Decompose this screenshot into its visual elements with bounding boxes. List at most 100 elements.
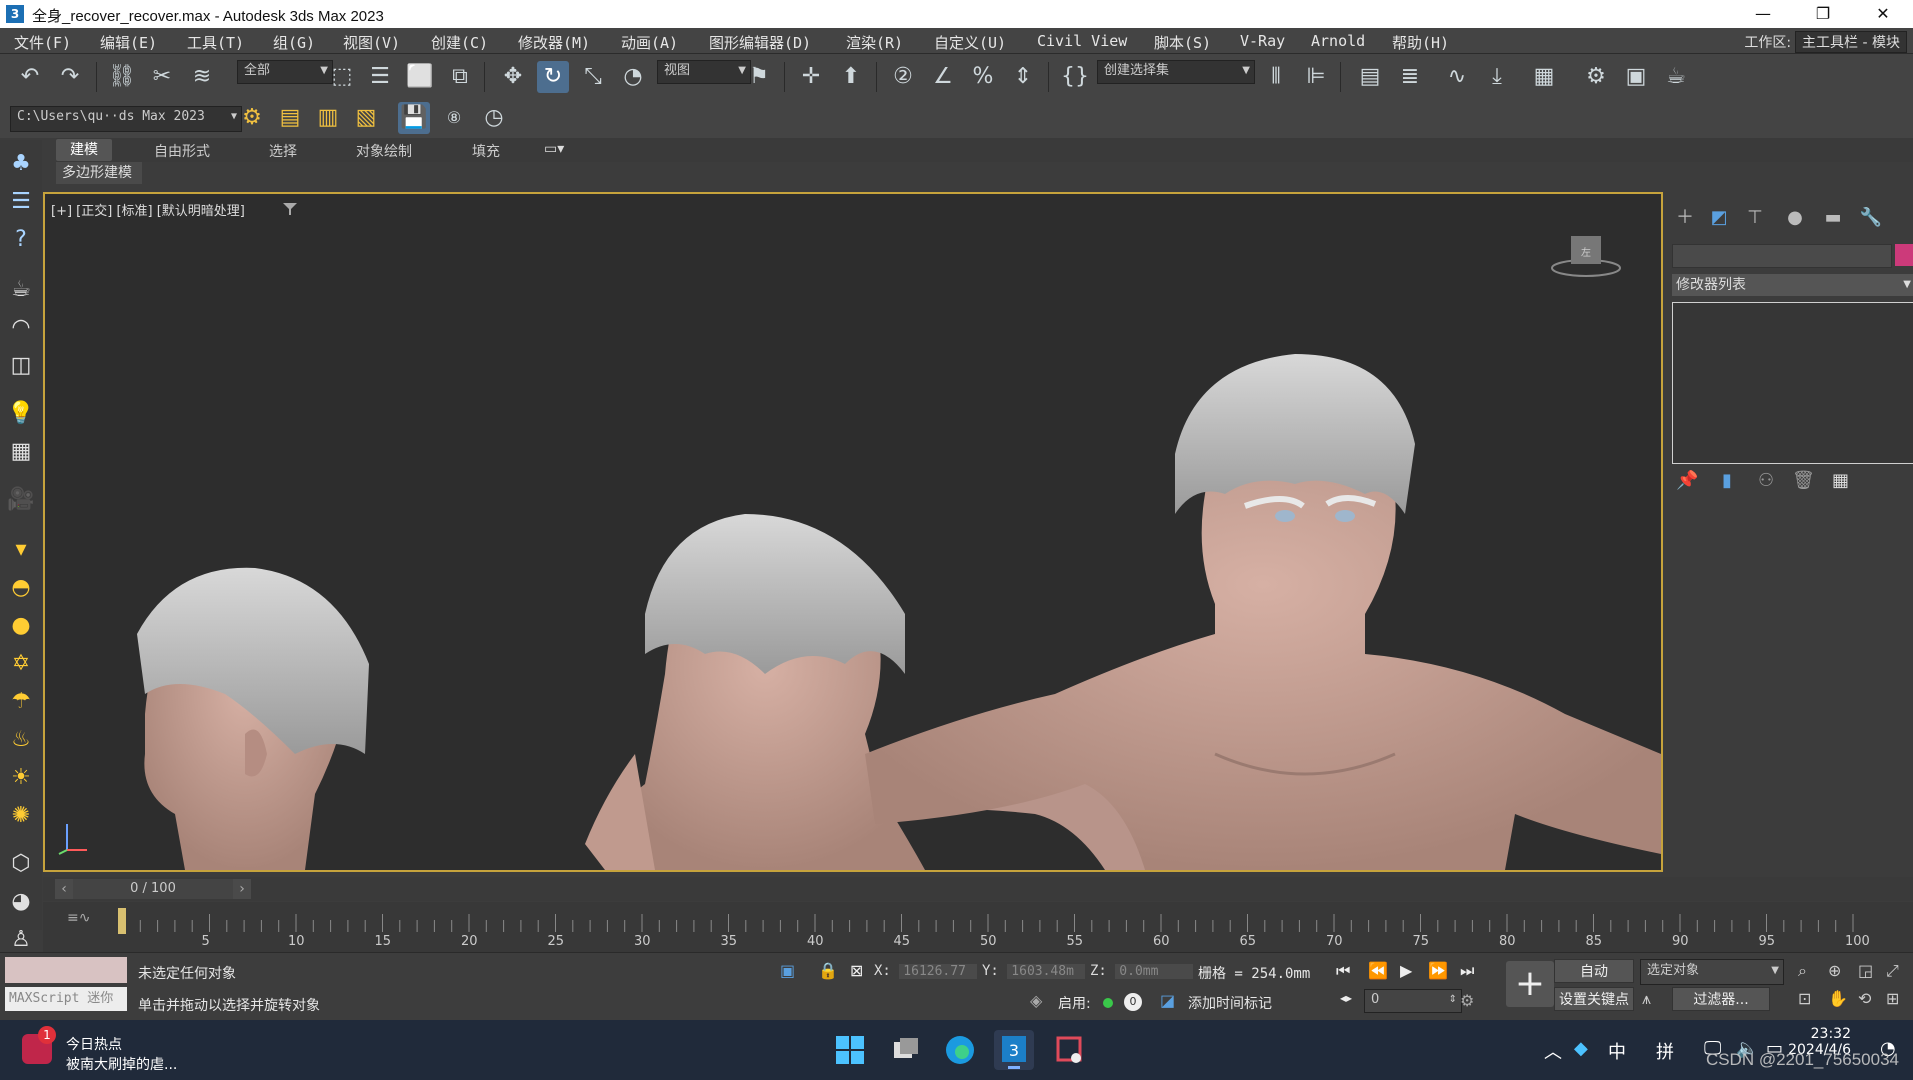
minimize-button[interactable]: — (1733, 0, 1793, 28)
edit-named-selection-icon[interactable]: {} (1059, 61, 1091, 93)
edge-browser-icon[interactable] (940, 1030, 980, 1070)
teapot-icon[interactable]: ☕ (5, 274, 37, 306)
menu-animation[interactable]: 动画(A) (621, 32, 678, 53)
time-tag-icon[interactable]: ◪ (1160, 991, 1175, 1010)
set-key-button[interactable]: 设置关键点 (1554, 987, 1634, 1011)
percent-snap-icon[interactable]: % (967, 61, 999, 93)
play-icon[interactable]: ▶ (1400, 961, 1412, 980)
windows-start-icon[interactable] (830, 1030, 870, 1070)
y-coordinate-field[interactable]: 1603.48m (1007, 964, 1086, 979)
menu-arnold[interactable]: Arnold (1311, 32, 1365, 50)
menu-vray[interactable]: V-Ray (1240, 32, 1285, 50)
tab-selection[interactable]: 选择 (269, 141, 297, 161)
show-end-result-icon[interactable]: ▮ (1722, 470, 1732, 491)
container-icon[interactable]: ⑧ (438, 102, 470, 134)
time-configuration-icon[interactable]: ⚙ (1460, 991, 1474, 1010)
select-and-place-icon[interactable]: ◔ (617, 61, 649, 93)
auto-key-button[interactable]: 自动 (1554, 959, 1634, 983)
angle-snap-icon[interactable]: ∠ (927, 61, 959, 93)
selection-lock-icon[interactable]: 🔒 (818, 961, 838, 980)
orbit-icon[interactable]: ⟲ (1858, 989, 1871, 1008)
menu-group[interactable]: 组(G) (273, 32, 315, 53)
menu-help[interactable]: 帮助(H) (1392, 32, 1449, 53)
mesh-light-icon[interactable]: ♨ (5, 724, 37, 756)
pin-stack-icon[interactable]: 📌 (1676, 470, 1698, 491)
pivot-center-icon[interactable]: ⚑ (743, 61, 775, 93)
key-tangent-icon[interactable]: ⩚ (1642, 989, 1651, 1009)
make-unique-icon[interactable]: ⚇ (1758, 470, 1774, 491)
sun-icon[interactable]: ☀ (5, 762, 37, 794)
help-icon[interactable]: ? (5, 224, 37, 256)
key-filters-button[interactable]: 过滤器... (1672, 987, 1770, 1011)
select-manipulate-icon[interactable]: ✛ (795, 61, 827, 93)
project-folder-icon[interactable]: ⚙ (236, 102, 268, 134)
next-frame-icon[interactable]: ⏩ (1428, 961, 1448, 980)
previous-frame-icon[interactable]: ⏪ (1368, 961, 1388, 980)
rect-selection-region-icon[interactable]: ⬜ (404, 61, 436, 93)
scene-explorer-icon[interactable]: ▤ (1354, 61, 1386, 93)
absolute-mode-icon[interactable]: ⊠ (850, 961, 863, 980)
layer-explorer-icon[interactable]: ≣ (1394, 61, 1426, 93)
cube-icon[interactable]: ⬡ (5, 848, 37, 880)
mirror-icon[interactable]: ⫴ (1260, 61, 1292, 93)
field-of-view-icon[interactable]: ⊡ (1798, 989, 1811, 1008)
menu-views[interactable]: 视图(V) (343, 32, 400, 53)
motion-tab-icon[interactable]: ● (1780, 204, 1810, 232)
menu-scripting[interactable]: 脚本(S) (1154, 32, 1211, 53)
redo-icon[interactable]: ↷ (54, 61, 86, 93)
dome-light-icon[interactable]: ◓ (5, 572, 37, 604)
select-object-icon[interactable]: ⬚ (326, 61, 358, 93)
sphere-light-icon[interactable]: ● (5, 610, 37, 642)
undo-icon[interactable]: ↶ (14, 61, 46, 93)
time-slider[interactable]: ‹ 0 / 100 › (43, 877, 1913, 901)
menu-rendering[interactable]: 渲染(R) (846, 32, 903, 53)
ribbon-subpanel-polygon-modeling[interactable]: 多边形建模 (56, 162, 142, 184)
folder-link-icon[interactable]: ▧ (350, 102, 382, 134)
light-icon[interactable]: 💡 (5, 398, 37, 430)
tab-freeform[interactable]: 自由形式 (154, 141, 210, 161)
prev-frame-arrow-icon[interactable]: ‹ (55, 879, 73, 899)
render-setup-icon[interactable]: ⚙ (1580, 61, 1612, 93)
tab-modeling[interactable]: 建模 (56, 139, 112, 161)
select-and-rotate-icon[interactable]: ↻ (537, 61, 569, 93)
go-to-start-icon[interactable]: ⏮ (1336, 961, 1350, 981)
menu-file[interactable]: 文件(F) (14, 32, 71, 53)
track-bar[interactable]: ≡∿ 5 10 15 20 25 30 35 40 45 50 55 60 65 70 75 80 85 90 95… (43, 902, 1913, 952)
time-config-icon[interactable]: ◷ (478, 102, 510, 134)
geosphere-icon[interactable]: ✡ (5, 648, 37, 680)
align-icon[interactable]: ⊫ (1300, 61, 1332, 93)
modifier-stack[interactable] (1672, 302, 1913, 464)
populate-icon[interactable]: ♣ (5, 148, 37, 180)
task-view-icon[interactable] (886, 1030, 926, 1070)
material-ball-icon[interactable]: ◕ (5, 886, 37, 918)
enable-counter-icon[interactable]: 0 (1124, 993, 1142, 1011)
bind-space-warp-icon[interactable]: ≋ (186, 61, 218, 93)
add-time-tag-label[interactable]: 添加时间标记 (1188, 993, 1272, 1013)
material-editor-icon[interactable]: ▦ (1528, 61, 1560, 93)
go-to-end-icon[interactable]: ⏭ (1460, 961, 1474, 981)
input-language-indicator[interactable]: 中 (1608, 1038, 1626, 1064)
menu-modifiers[interactable]: 修改器(M) (518, 32, 590, 53)
link-icon[interactable]: ⛓ (106, 61, 138, 93)
schematic-view-icon[interactable]: ⤓ (1481, 61, 1513, 93)
select-by-name-icon[interactable]: ☰ (364, 61, 396, 93)
object-name-input[interactable] (1672, 244, 1892, 268)
hierarchy-tab-icon[interactable]: ⊤ (1740, 204, 1770, 232)
x-coordinate-field[interactable]: 16126.77 (899, 964, 978, 979)
menu-tools[interactable]: 工具(T) (187, 32, 244, 53)
enable-indicator-icon[interactable] (1103, 998, 1113, 1008)
maxscript-listener[interactable] (5, 957, 127, 983)
maxscript-mini-input[interactable]: MAXScript 迷你 (5, 987, 127, 1011)
render-production-icon[interactable]: ☕ (1660, 61, 1692, 93)
scene-list-icon[interactable]: ☰ (5, 186, 37, 218)
select-and-move-icon[interactable]: ✥ (497, 61, 529, 93)
key-filter-selected-dropdown[interactable]: 选定对象 ▼ (1640, 959, 1784, 985)
ime-mode-indicator[interactable]: 拼 (1656, 1038, 1674, 1064)
save-icon[interactable]: 💾 (398, 102, 430, 134)
window-crossing-icon[interactable]: ⧉ (444, 61, 476, 93)
spinner-snap-icon[interactable]: ⇕ (1007, 61, 1039, 93)
folder-settings-icon[interactable]: ▥ (312, 102, 344, 134)
mushroom-light-icon[interactable]: ☂ (5, 686, 37, 718)
set-key-plus-button[interactable]: + (1506, 961, 1554, 1007)
menu-edit[interactable]: 编辑(E) (100, 32, 157, 53)
